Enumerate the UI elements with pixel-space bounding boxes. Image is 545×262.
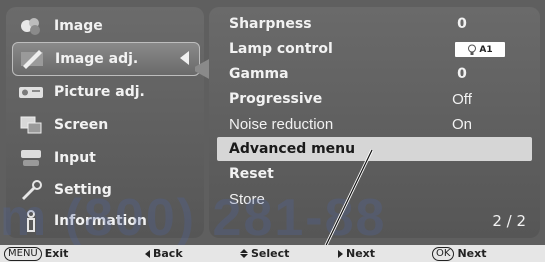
- projector-osd-screen: Image Image adj. Picture adj. Screen Inp…: [0, 0, 545, 262]
- hint-label: Next: [346, 247, 376, 260]
- hint-ok-next: OK Next: [432, 246, 487, 261]
- hint-label: Next: [457, 247, 487, 260]
- hint-next: Next: [338, 247, 375, 260]
- key-guide-bar: MENU Exit Back Select Next OK Next: [0, 245, 545, 262]
- callout-pointer-line: [316, 149, 374, 262]
- hint-label: Back: [153, 247, 183, 260]
- hint-back: Back: [145, 247, 183, 260]
- hint-exit: MENU Exit: [4, 246, 69, 261]
- left-arrow-icon: [145, 249, 150, 258]
- right-arrow-icon: [338, 249, 343, 258]
- up-down-arrow-icon: [240, 249, 248, 258]
- hint-label: Select: [251, 247, 290, 260]
- hint-select: Select: [240, 247, 289, 260]
- menu-key: MENU: [4, 246, 42, 261]
- ok-key: OK: [432, 246, 455, 261]
- hint-label: Exit: [44, 247, 69, 260]
